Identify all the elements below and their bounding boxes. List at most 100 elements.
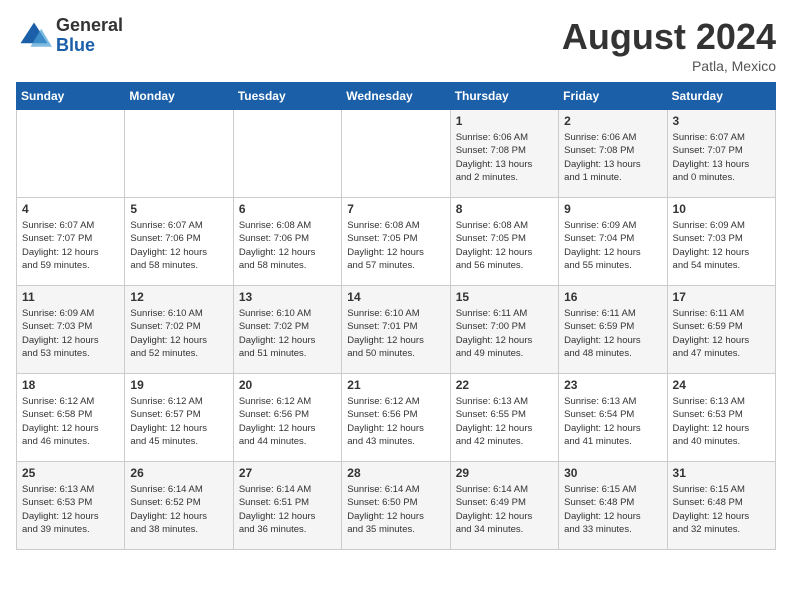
day-info: Sunrise: 6:06 AM Sunset: 7:08 PM Dayligh… (564, 131, 661, 184)
day-cell: 1Sunrise: 6:06 AM Sunset: 7:08 PM Daylig… (450, 110, 558, 198)
day-number: 14 (347, 290, 444, 304)
day-number: 16 (564, 290, 661, 304)
day-info: Sunrise: 6:09 AM Sunset: 7:03 PM Dayligh… (22, 307, 119, 360)
day-cell: 9 Sunrise: 6:09 AM Sunset: 7:04 PM Daylig… (559, 198, 667, 286)
month-title: August 2024 (562, 16, 776, 58)
day-info: Sunrise: 6:07 AM Sunset: 7:07 PM Dayligh… (673, 131, 770, 184)
day-number: 19 (130, 378, 227, 392)
day-number: 6 (239, 202, 336, 216)
day-info: Sunrise: 6:08 AM Sunset: 7:05 PM Dayligh… (456, 219, 553, 272)
day-cell (233, 110, 341, 198)
week-row-4: 18 Sunrise: 6:12 AM Sunset: 6:58 PM Dayli… (17, 374, 776, 462)
day-cell: 11 Sunrise: 6:09 AM Sunset: 7:03 PM Dayli… (17, 286, 125, 374)
day-info: Sunrise: 6:12 AM Sunset: 6:58 PM Dayligh… (22, 395, 119, 448)
day-number: 13 (239, 290, 336, 304)
day-number: 22 (456, 378, 553, 392)
logo: General Blue (16, 16, 123, 56)
week-row-3: 11 Sunrise: 6:09 AM Sunset: 7:03 PM Dayli… (17, 286, 776, 374)
day-number: 20 (239, 378, 336, 392)
day-number: 17 (673, 290, 770, 304)
day-info: Sunrise: 6:12 AM Sunset: 6:57 PM Dayligh… (130, 395, 227, 448)
day-cell: 13 Sunrise: 6:10 AM Sunset: 7:02 PM Dayli… (233, 286, 341, 374)
day-info: Sunrise: 6:12 AM Sunset: 6:56 PM Dayligh… (347, 395, 444, 448)
day-number: 15 (456, 290, 553, 304)
day-info: Sunrise: 6:11 AM Sunset: 6:59 PM Dayligh… (673, 307, 770, 360)
week-row-1: 1Sunrise: 6:06 AM Sunset: 7:08 PM Daylig… (17, 110, 776, 198)
day-cell: 15Sunrise: 6:11 AM Sunset: 7:00 PM Dayli… (450, 286, 558, 374)
day-cell: 19 Sunrise: 6:12 AM Sunset: 6:57 PM Dayli… (125, 374, 233, 462)
day-cell: 3Sunrise: 6:07 AM Sunset: 7:07 PM Daylig… (667, 110, 775, 198)
day-cell: 29 Sunrise: 6:14 AM Sunset: 6:49 PM Dayli… (450, 462, 558, 550)
day-number: 11 (22, 290, 119, 304)
day-cell: 28Sunrise: 6:14 AM Sunset: 6:50 PM Dayli… (342, 462, 450, 550)
day-cell: 20 Sunrise: 6:12 AM Sunset: 6:56 PM Dayli… (233, 374, 341, 462)
day-number: 5 (130, 202, 227, 216)
header-day-friday: Friday (559, 83, 667, 110)
header-day-tuesday: Tuesday (233, 83, 341, 110)
day-number: 2 (564, 114, 661, 128)
day-number: 8 (456, 202, 553, 216)
logo-blue-text: Blue (56, 36, 123, 56)
day-cell: 18 Sunrise: 6:12 AM Sunset: 6:58 PM Dayli… (17, 374, 125, 462)
day-number: 10 (673, 202, 770, 216)
day-cell: 27Sunrise: 6:14 AM Sunset: 6:51 PM Dayli… (233, 462, 341, 550)
day-cell: 8 Sunrise: 6:08 AM Sunset: 7:05 PM Daylig… (450, 198, 558, 286)
header-day-monday: Monday (125, 83, 233, 110)
header-day-saturday: Saturday (667, 83, 775, 110)
day-info: Sunrise: 6:15 AM Sunset: 6:48 PM Dayligh… (673, 483, 770, 536)
day-cell: 2 Sunrise: 6:06 AM Sunset: 7:08 PM Daylig… (559, 110, 667, 198)
day-cell: 6Sunrise: 6:08 AM Sunset: 7:06 PM Daylig… (233, 198, 341, 286)
day-info: Sunrise: 6:13 AM Sunset: 6:54 PM Dayligh… (564, 395, 661, 448)
day-cell: 7 Sunrise: 6:08 AM Sunset: 7:05 PM Daylig… (342, 198, 450, 286)
day-number: 30 (564, 466, 661, 480)
day-cell: 17 Sunrise: 6:11 AM Sunset: 6:59 PM Dayli… (667, 286, 775, 374)
week-row-5: 25 Sunrise: 6:13 AM Sunset: 6:53 PM Dayli… (17, 462, 776, 550)
header-day-thursday: Thursday (450, 83, 558, 110)
day-info: Sunrise: 6:13 AM Sunset: 6:53 PM Dayligh… (673, 395, 770, 448)
day-info: Sunrise: 6:08 AM Sunset: 7:05 PM Dayligh… (347, 219, 444, 272)
day-cell (342, 110, 450, 198)
day-number: 21 (347, 378, 444, 392)
day-cell: 4Sunrise: 6:07 AM Sunset: 7:07 PM Daylig… (17, 198, 125, 286)
day-info: Sunrise: 6:12 AM Sunset: 6:56 PM Dayligh… (239, 395, 336, 448)
day-number: 9 (564, 202, 661, 216)
day-cell: 21 Sunrise: 6:12 AM Sunset: 6:56 PM Dayli… (342, 374, 450, 462)
day-cell: 5 Sunrise: 6:07 AM Sunset: 7:06 PM Daylig… (125, 198, 233, 286)
day-info: Sunrise: 6:07 AM Sunset: 7:06 PM Dayligh… (130, 219, 227, 272)
day-cell: 31Sunrise: 6:15 AM Sunset: 6:48 PM Dayli… (667, 462, 775, 550)
day-cell: 24 Sunrise: 6:13 AM Sunset: 6:53 PM Dayli… (667, 374, 775, 462)
day-info: Sunrise: 6:14 AM Sunset: 6:52 PM Dayligh… (130, 483, 227, 536)
day-cell: 16 Sunrise: 6:11 AM Sunset: 6:59 PM Dayli… (559, 286, 667, 374)
day-number: 18 (22, 378, 119, 392)
day-info: Sunrise: 6:10 AM Sunset: 7:01 PM Dayligh… (347, 307, 444, 360)
day-number: 26 (130, 466, 227, 480)
day-cell (17, 110, 125, 198)
day-number: 28 (347, 466, 444, 480)
day-number: 7 (347, 202, 444, 216)
day-number: 12 (130, 290, 227, 304)
page-header: General Blue August 2024 Patla, Mexico (16, 16, 776, 74)
day-info: Sunrise: 6:11 AM Sunset: 6:59 PM Dayligh… (564, 307, 661, 360)
day-number: 25 (22, 466, 119, 480)
day-cell: 22 Sunrise: 6:13 AM Sunset: 6:55 PM Dayli… (450, 374, 558, 462)
day-info: Sunrise: 6:15 AM Sunset: 6:48 PM Dayligh… (564, 483, 661, 536)
day-number: 23 (564, 378, 661, 392)
title-area: August 2024 Patla, Mexico (562, 16, 776, 74)
day-cell: 23 Sunrise: 6:13 AM Sunset: 6:54 PM Dayli… (559, 374, 667, 462)
day-info: Sunrise: 6:14 AM Sunset: 6:49 PM Dayligh… (456, 483, 553, 536)
day-info: Sunrise: 6:13 AM Sunset: 6:55 PM Dayligh… (456, 395, 553, 448)
day-info: Sunrise: 6:10 AM Sunset: 7:02 PM Dayligh… (130, 307, 227, 360)
day-number: 29 (456, 466, 553, 480)
day-number: 27 (239, 466, 336, 480)
day-cell: 30 Sunrise: 6:15 AM Sunset: 6:48 PM Dayli… (559, 462, 667, 550)
day-cell: 14 Sunrise: 6:10 AM Sunset: 7:01 PM Dayli… (342, 286, 450, 374)
day-number: 4 (22, 202, 119, 216)
calendar-table: SundayMondayTuesdayWednesdayThursdayFrid… (16, 82, 776, 550)
day-cell: 12 Sunrise: 6:10 AM Sunset: 7:02 PM Dayli… (125, 286, 233, 374)
day-number: 24 (673, 378, 770, 392)
day-info: Sunrise: 6:09 AM Sunset: 7:04 PM Dayligh… (564, 219, 661, 272)
day-cell: 26 Sunrise: 6:14 AM Sunset: 6:52 PM Dayli… (125, 462, 233, 550)
day-info: Sunrise: 6:13 AM Sunset: 6:53 PM Dayligh… (22, 483, 119, 536)
day-info: Sunrise: 6:10 AM Sunset: 7:02 PM Dayligh… (239, 307, 336, 360)
day-cell: 25 Sunrise: 6:13 AM Sunset: 6:53 PM Dayli… (17, 462, 125, 550)
